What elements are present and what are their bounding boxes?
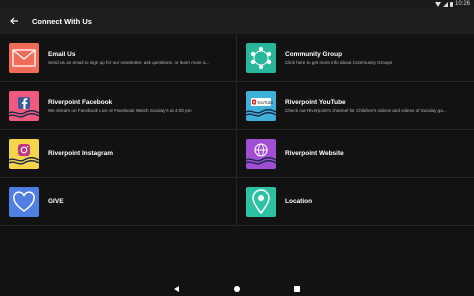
list-item-facebook[interactable]: Riverpoint Facebook We stream on Faceboo…: [0, 82, 237, 130]
signal-icon: [442, 1, 448, 7]
list-item-give[interactable]: GIVE: [0, 178, 237, 226]
facebook-icon: [9, 96, 39, 118]
list-item-youtube[interactable]: YouTube Riverpoint YouTube Check out Riv…: [237, 82, 474, 130]
facebook-tile: [9, 90, 39, 121]
system-nav-bar: [0, 282, 474, 296]
status-icons: 10:26: [434, 0, 470, 8]
map-pin-icon: [252, 188, 270, 214]
list-item-email[interactable]: Email Us Send us an email to sign up for…: [0, 34, 237, 82]
youtube-logo-text: YouTube: [257, 100, 274, 105]
give-tile: [9, 186, 39, 217]
nav-home-icon[interactable]: [234, 286, 240, 292]
youtube-icon: YouTube: [246, 97, 276, 117]
email-tile: [9, 42, 39, 73]
instagram-tile: [9, 138, 39, 169]
youtube-tile: YouTube: [246, 90, 276, 121]
page-title: Connect With Us: [32, 16, 92, 26]
item-title: Location: [285, 198, 313, 205]
item-description: We stream on Facebook Live or Facebook W…: [48, 107, 192, 113]
instagram-icon: [9, 143, 39, 165]
wifi-icon: [434, 1, 441, 7]
people-circle-icon: [250, 46, 272, 69]
item-title: GIVE: [48, 198, 64, 205]
heart-icon: [13, 190, 35, 212]
nav-back-icon[interactable]: [174, 286, 179, 292]
globe-icon: [246, 142, 276, 165]
item-description: Check out Riverpoint's channel for Child…: [285, 107, 447, 113]
battery-icon: [449, 1, 453, 7]
community-group-tile: [246, 42, 276, 73]
item-description: Click here to get more info about Commun…: [285, 59, 393, 65]
list-item-community-group[interactable]: Community Group Click here to get more i…: [237, 34, 474, 82]
envelope-icon: [12, 48, 36, 67]
app-bar: Connect With Us: [0, 8, 474, 34]
website-tile: [246, 138, 276, 169]
item-title: Community Group: [285, 50, 343, 58]
connect-grid: Email Us Send us an email to sign up for…: [0, 34, 474, 226]
item-title: Email Us: [48, 50, 76, 58]
status-bar: 10:26: [0, 0, 474, 8]
back-arrow-icon[interactable]: [6, 13, 22, 29]
item-title: Riverpoint Website: [285, 150, 344, 157]
location-tile: [246, 186, 276, 217]
list-item-instagram[interactable]: Riverpoint Instagram: [0, 130, 237, 178]
item-title: Riverpoint Facebook: [48, 98, 113, 106]
nav-recents-icon[interactable]: [294, 286, 300, 292]
item-title: Riverpoint Instagram: [48, 150, 114, 157]
status-time: 10:26: [454, 1, 470, 7]
item-description: Send us an email to sign up for our news…: [48, 59, 210, 65]
item-title: Riverpoint YouTube: [285, 98, 346, 106]
list-item-website[interactable]: Riverpoint Website: [237, 130, 474, 178]
list-item-location[interactable]: Location: [237, 178, 474, 226]
